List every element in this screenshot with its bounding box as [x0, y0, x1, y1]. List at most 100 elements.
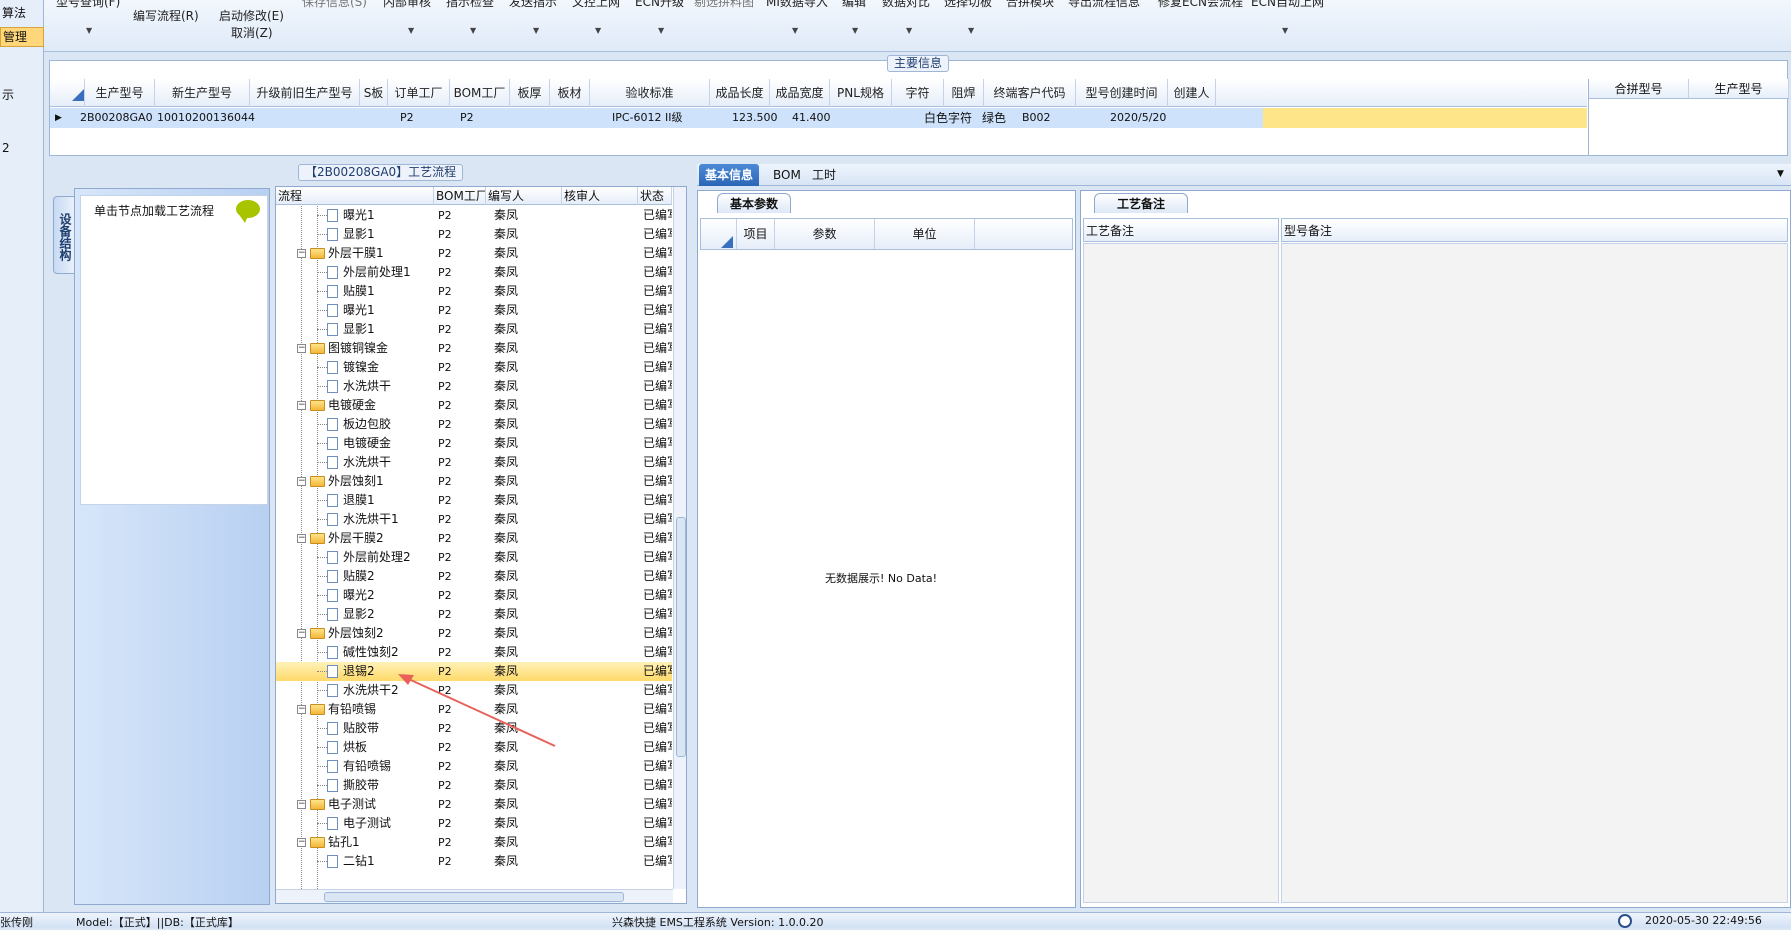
col-header[interactable]: BOM工厂 [450, 79, 510, 107]
col-header[interactable]: PNL规格 [830, 79, 892, 107]
scroll-thumb[interactable] [676, 517, 686, 757]
col-header[interactable]: 阻焊 [944, 79, 984, 107]
cell-model[interactable]: 2B00208GA0 [80, 108, 153, 128]
ribbon-compare[interactable]: 数据对比 [882, 0, 930, 10]
chevron-down-icon[interactable]: ▼ [968, 26, 974, 35]
flow-row[interactable]: − 外层蚀刻1 P2 秦凤 已编写 [276, 472, 672, 491]
collapse-toggle-icon[interactable]: − [297, 249, 306, 258]
ribbon-pick-material[interactable]: 剔选拼料图 [694, 0, 754, 10]
cancel-button[interactable]: 取消(Z) [231, 24, 273, 41]
tab-process-notes[interactable]: 工艺备注 [1094, 193, 1189, 213]
flow-row[interactable]: 水洗烘干 P2 秦凤 已编写 [276, 377, 672, 396]
cell-length[interactable]: 123.500 [732, 108, 778, 128]
chevron-down-icon[interactable]: ▼ [852, 26, 858, 35]
flow-row[interactable]: 镀镍金 P2 秦凤 已编写 [276, 358, 672, 377]
chevron-down-icon[interactable]: ▼ [658, 26, 664, 35]
flow-row[interactable]: − 电子测试 P2 秦凤 已编写 [276, 795, 672, 814]
chevron-down-icon[interactable]: ▼ [1777, 169, 1784, 179]
cell-customer-code[interactable]: B002 [1022, 108, 1051, 128]
flow-row[interactable]: 水洗烘干1 P2 秦凤 已编写 [276, 510, 672, 529]
col-header[interactable]: 创建人 [1168, 79, 1216, 107]
chevron-down-icon[interactable]: ▼ [792, 26, 798, 35]
flow-row[interactable]: 贴膜1 P2 秦凤 已编写 [276, 282, 672, 301]
cell-width[interactable]: 41.400 [792, 108, 831, 128]
chevron-down-icon[interactable]: ▼ [533, 26, 539, 35]
start-modify-button[interactable]: 启动修改(E) [219, 7, 284, 24]
edit-flow-button[interactable]: 编写流程(R) [133, 7, 199, 24]
chevron-down-icon[interactable]: ▼ [595, 26, 601, 35]
flow-row[interactable]: 有铅喷锡 P2 秦凤 已编写 [276, 757, 672, 776]
col-header[interactable]: 验收标准 [590, 79, 710, 107]
col-header[interactable]: 成品长度 [710, 79, 770, 107]
left-nav-item[interactable]: 2 [2, 141, 44, 155]
left-nav-item-selected[interactable]: 管理 [0, 27, 44, 47]
flow-row[interactable]: − 外层蚀刻2 P2 秦凤 已编写 [276, 624, 672, 643]
col-header[interactable]: 核审人 [562, 187, 638, 205]
scroll-thumb[interactable] [324, 892, 624, 902]
collapse-toggle-icon[interactable]: − [297, 838, 306, 847]
col-header[interactable]: 终端客户代码 [984, 79, 1076, 107]
tab-basic-info[interactable]: 基本信息 [699, 164, 760, 186]
ribbon-save-info[interactable]: 保存信息(S) [302, 0, 367, 10]
cell-silkscreen[interactable]: 白色字符 [924, 108, 972, 128]
ribbon-select-cut[interactable]: 选择切板 [944, 0, 992, 10]
chevron-down-icon[interactable]: ▼ [906, 26, 912, 35]
ribbon-ecn-upgrade[interactable]: ECN升级 [635, 0, 684, 10]
chevron-down-icon[interactable]: ▼ [470, 26, 476, 35]
flow-row[interactable]: 贴膜2 P2 秦凤 已编写 [276, 567, 672, 586]
ribbon-ecn-auto-online[interactable]: ECN自动上网 [1251, 0, 1324, 10]
ribbon-fix-ecn[interactable]: 修复ECN会流程 [1158, 0, 1243, 10]
collapse-toggle-icon[interactable]: − [297, 534, 306, 543]
col-header[interactable]: 项目 [737, 219, 775, 249]
ribbon-merge-module[interactable]: 合拼模块 [1006, 0, 1054, 10]
left-nav-item[interactable]: 算法 [2, 4, 44, 21]
tab-bom[interactable]: BOM [767, 164, 807, 186]
ribbon-check-instruction[interactable]: 指示检查 [446, 0, 494, 10]
col-header[interactable]: 升级前旧生产型号 [250, 79, 360, 107]
chevron-down-icon[interactable]: ▼ [86, 26, 92, 35]
cell-standard[interactable]: IPC-6012 II级 [612, 108, 683, 128]
col-header[interactable]: 型号创建时间 [1076, 79, 1168, 107]
flow-row[interactable]: 外层前处理2 P2 秦凤 已编写 [276, 548, 672, 567]
flow-row[interactable]: 退膜1 P2 秦凤 已编写 [276, 491, 672, 510]
chevron-down-icon[interactable]: ▼ [408, 26, 414, 35]
collapse-toggle-icon[interactable]: − [297, 705, 306, 714]
chevron-down-icon[interactable]: ▼ [1282, 26, 1288, 35]
cell-bom-factory[interactable]: P2 [460, 108, 474, 128]
flow-row[interactable]: 显影2 P2 秦凤 已编写 [276, 605, 672, 624]
collapse-toggle-icon[interactable]: − [297, 401, 306, 410]
col-header[interactable]: 参数 [775, 219, 875, 249]
flow-row[interactable]: 显影1 P2 秦凤 已编写 [276, 320, 672, 339]
col-header[interactable]: 板材 [550, 79, 590, 107]
collapse-toggle-icon[interactable]: − [297, 800, 306, 809]
flow-row[interactable]: − 外层干膜2 P2 秦凤 已编写 [276, 529, 672, 548]
flow-row[interactable]: − 电镀硬金 P2 秦凤 已编写 [276, 396, 672, 415]
ribbon-model-query[interactable]: 型号查询(F) [56, 0, 120, 10]
collapse-toggle-icon[interactable]: − [297, 629, 306, 638]
flow-row[interactable]: − 外层干膜1 P2 秦凤 已编写 [276, 244, 672, 263]
flow-row[interactable]: 曝光2 P2 秦凤 已编写 [276, 586, 672, 605]
collapse-toggle-icon[interactable]: − [297, 344, 306, 353]
ribbon-send-instruction[interactable]: 发送指示 [509, 0, 557, 10]
flow-row[interactable]: 电镀硬金 P2 秦凤 已编写 [276, 434, 672, 453]
col-header[interactable]: 字符 [892, 79, 944, 107]
tab-basic-params[interactable]: 基本参数 [717, 193, 792, 213]
process-note-field[interactable] [1083, 243, 1279, 903]
collapse-toggle-icon[interactable]: − [297, 477, 306, 486]
vertical-scrollbar[interactable] [673, 187, 686, 889]
col-header[interactable]: 新生产型号 [155, 79, 250, 107]
flow-row[interactable]: 曝光1 P2 秦凤 已编写 [276, 206, 672, 225]
flow-row[interactable]: 电子测试 P2 秦凤 已编写 [276, 814, 672, 833]
col-header[interactable]: 合拼型号 [1589, 79, 1689, 99]
col-header[interactable]: 状态 [638, 187, 672, 205]
flow-row[interactable]: 水洗烘干 P2 秦凤 已编写 [276, 453, 672, 472]
flow-row[interactable]: 二钻1 P2 秦凤 已编写 [276, 852, 672, 871]
cell-new-model[interactable]: 10010200136044 [157, 108, 255, 128]
flow-row[interactable]: 显影1 P2 秦凤 已编写 [276, 225, 672, 244]
ribbon-doc-online[interactable]: 文控上网 [572, 0, 620, 10]
cell-created[interactable]: 2020/5/20 [1110, 108, 1166, 128]
flow-row[interactable]: 板边包胶 P2 秦凤 已编写 [276, 415, 672, 434]
col-header[interactable]: 生产型号 [85, 79, 155, 107]
col-header[interactable]: 生产型号 [1689, 79, 1789, 99]
col-header[interactable]: 流程 [276, 187, 434, 205]
